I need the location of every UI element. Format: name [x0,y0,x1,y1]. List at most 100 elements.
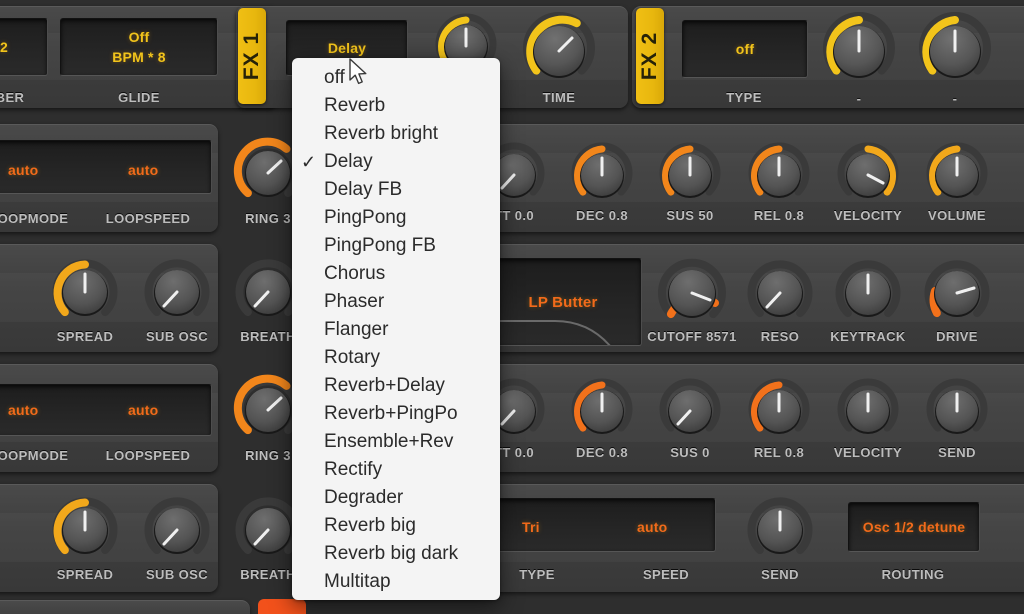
menu-item[interactable]: off [292,64,500,92]
filter-type-display[interactable]: LP Butter [484,258,642,346]
lfo-type-speed-lcd[interactable] [484,498,716,552]
amp-rel-knob[interactable] [742,139,816,213]
filter-keytrack-knob[interactable] [829,255,907,333]
menu-item[interactable]: Reverb+Delay [292,372,500,400]
fenv-rel-caption: REL 0.8 [753,445,805,460]
menu-item-label: Rectify [324,459,383,480]
glide-caption: GLIDE [118,90,160,105]
fenv-velocity-knob[interactable] [831,375,905,449]
filter-cutoff-caption: CUTOFF 8571 [647,329,737,344]
fenv-sus-knob[interactable] [653,375,727,449]
menu-item[interactable]: ✓ Delay [292,148,500,176]
menu-item-label: Chorus [324,263,386,284]
fx2-type-lcd[interactable]: off [682,20,808,78]
menu-item[interactable]: Reverb bright [292,120,500,148]
menu-item[interactable]: Multitap [292,568,500,596]
amp-volume-knob[interactable] [920,139,994,213]
menu-item[interactable]: Reverb big dark [292,540,500,568]
fx2-tab-label: FX 2 [638,31,662,81]
fenv-send-knob[interactable] [920,375,994,449]
amp-volume-caption: VOLUME [927,208,987,223]
amp-sus-knob[interactable] [653,139,727,213]
amp-dec-caption: DEC 0.8 [576,208,628,223]
fenv-att-caption: TT 0.0 [494,445,534,460]
menu-item-label: Delay [324,151,373,172]
osc1-subosc-caption: SUB OSC [145,329,209,344]
menu-item-label: Reverb big [324,515,416,536]
partial-left-lcd[interactable]: 2 [0,18,48,76]
menu-item-label: Rotary [324,347,380,368]
osc2-spread-knob[interactable] [46,492,124,570]
osc2-loopspeed-caption: LOOPSPEED [105,448,191,463]
osc1-subosc-knob[interactable] [138,254,216,332]
fx1-type-dropdown-menu[interactable]: off Reverb Reverb bright ✓ Delay Delay FB Ping… [292,58,500,600]
menu-item[interactable]: Reverb [292,92,500,120]
menu-item[interactable]: PingPong [292,204,500,232]
glide-lcd-line1: Off [128,29,150,45]
filter-reso-knob[interactable] [741,255,819,333]
menu-item-label: Ensemble+Rev [324,431,454,452]
menu-item-label: Reverb bright [324,123,439,144]
filter-cutoff-knob[interactable] [651,253,733,335]
menu-item-label: Reverb+Delay [324,375,445,396]
fenv-rel-knob[interactable] [742,375,816,449]
menu-item-label: PingPong FB [324,235,436,256]
osc2-breath-caption: BREATH [240,567,296,582]
fenv-dec-caption: DEC 0.8 [576,445,628,460]
filter-drive-caption: DRIVE [936,329,978,344]
amp-velocity-knob[interactable] [831,139,905,213]
filter-keytrack-caption: KEYTRACK [830,329,906,344]
osc1-ring-caption: RING 3 [245,211,291,226]
menu-item[interactable]: Flanger [292,316,500,344]
menu-item[interactable]: PingPong FB [292,232,500,260]
osc1-spread-caption: SPREAD [56,329,114,344]
fx1-tab[interactable]: FX 1 [238,8,266,104]
fx1-type-value: Delay [327,40,367,56]
menu-item-label: off [324,67,345,88]
menu-item-label: Multitap [324,571,391,592]
fenv-dec-knob[interactable] [565,375,639,449]
lfo-send-caption: SEND [761,567,799,582]
lfo-type-value: Tri [522,519,540,535]
menu-item[interactable]: Reverb big [292,512,500,540]
menu-item[interactable]: Reverb+PingPo [292,400,500,428]
menu-item[interactable]: Chorus [292,260,500,288]
filter-drive-knob[interactable] [918,255,996,333]
fenv-velocity-caption: VELOCITY [833,445,903,460]
osc1-loopmode-caption: OOPMODE [0,211,69,226]
bottom-orange-indicator[interactable] [258,599,306,614]
menu-item[interactable]: Delay FB [292,176,500,204]
osc2-loopspeed-value: auto [128,402,159,418]
fenv-sus-caption: SUS 0 [670,445,710,460]
glide-lcd-line2: BPM * 8 [112,49,166,65]
fx2-knob-1[interactable] [816,9,902,95]
amp-dec-knob[interactable] [565,139,639,213]
amp-att-caption: TT 0.0 [494,208,534,223]
menu-item[interactable]: Ensemble+Rev [292,428,500,456]
menu-item[interactable]: Rectify [292,456,500,484]
menu-item[interactable]: Rotary [292,344,500,372]
osc1-spread-knob[interactable] [46,254,124,332]
osc1-loopspeed-caption: LOOPSPEED [105,211,191,226]
osc1-breath-caption: BREATH [240,329,296,344]
fx2-knob-2[interactable] [912,9,998,95]
plugin-window: 2 BER Off BPM * 8 GLIDE FX 1 Delay TIME … [0,0,1024,614]
menu-item-label: Reverb big dark [324,543,459,564]
fx1-time-knob[interactable] [516,9,602,95]
menu-item[interactable]: Phaser [292,288,500,316]
osc2-ring-caption: RING 3 [245,448,291,463]
check-icon: ✓ [301,152,317,172]
lfo-speed-caption: SPEED [642,567,690,582]
menu-item[interactable]: Degrader [292,484,500,512]
menu-item-label: Degrader [324,487,404,508]
lfo-send-knob[interactable] [741,492,819,570]
lfo-routing-value: Osc 1/2 detune [862,519,966,535]
lfo-routing-caption: ROUTING [881,567,945,582]
fx2-tab[interactable]: FX 2 [636,8,664,104]
fenv-send-caption: SEND [938,445,976,460]
amp-velocity-caption: VELOCITY [833,208,903,223]
osc2-loopmode-value: auto [8,402,39,418]
glide-lcd[interactable]: Off BPM * 8 [60,18,218,76]
lfo-routing-lcd[interactable]: Osc 1/2 detune [848,502,980,552]
osc2-subosc-knob[interactable] [138,492,216,570]
